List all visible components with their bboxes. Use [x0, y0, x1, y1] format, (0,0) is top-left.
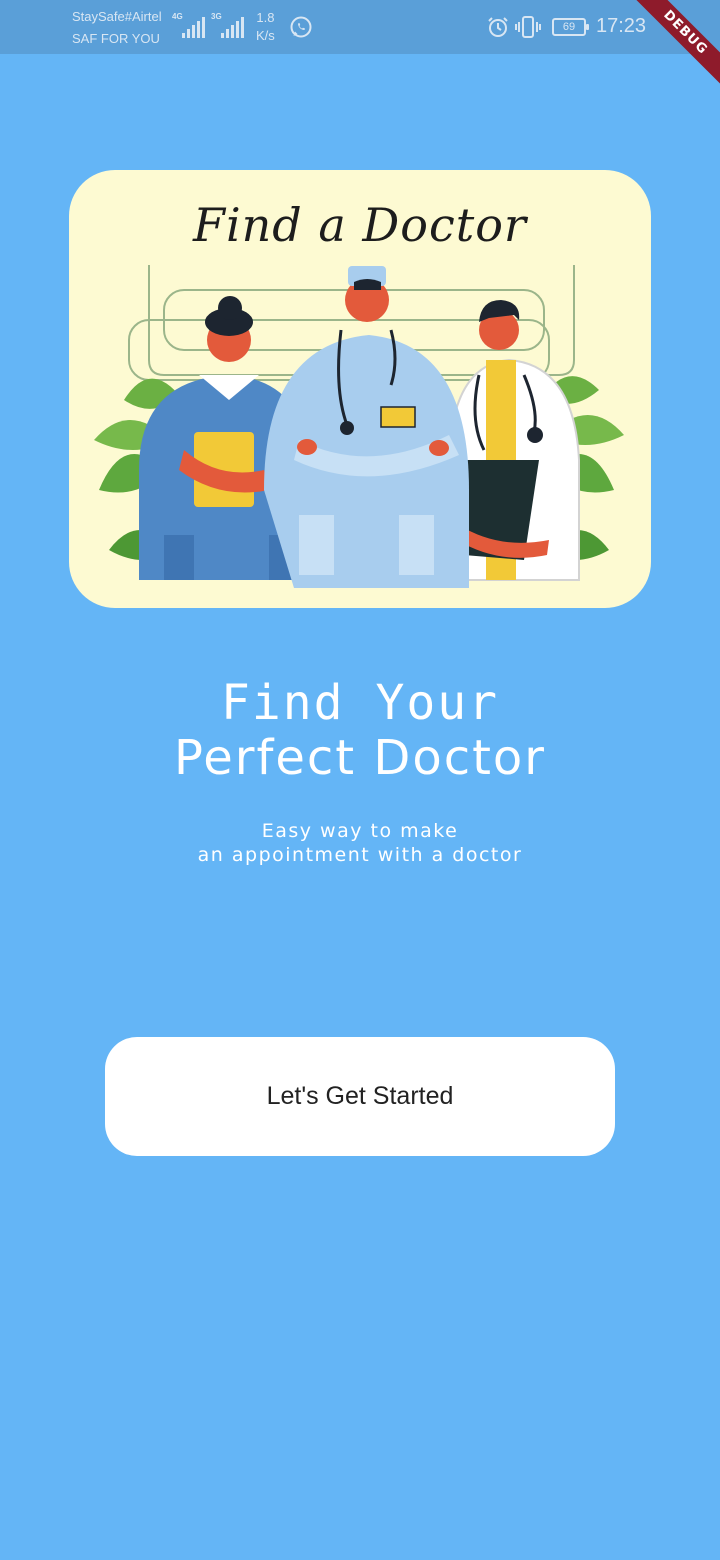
- signal-4g-icon: 4G: [172, 12, 205, 38]
- subtitle-line-1: Easy way to make: [261, 820, 459, 842]
- page-title: Find Your Perfect Doctor: [0, 676, 720, 786]
- find-doctor-illustration: Find a Doctor: [69, 170, 651, 608]
- whatsapp-icon: [290, 16, 312, 38]
- page-subtitle: Easy way to make an appointment with a d…: [0, 819, 720, 867]
- battery-icon: 69: [552, 18, 589, 36]
- clock: 17:23: [596, 15, 647, 37]
- illustration-title: Find a Doctor: [193, 198, 527, 252]
- signal-3g-icon: 3G: [211, 12, 244, 38]
- carrier-name: StaySafe#Airtel: [72, 9, 162, 24]
- subtitle-line-2: an appointment with a doctor: [197, 844, 523, 866]
- network-speed: 1.8 K/s: [256, 10, 275, 43]
- title-line-1: Find Your: [220, 675, 500, 731]
- title-line-2: Perfect Doctor: [173, 730, 547, 786]
- carrier-subtext: SAF FOR YOU: [72, 31, 160, 46]
- alarm-icon: [488, 17, 508, 37]
- vibrate-icon: [515, 16, 541, 38]
- status-bar: StaySafe#Airtel SAF FOR YOU 4G 3G 1.8 K/…: [0, 0, 720, 54]
- get-started-button[interactable]: Let's Get Started: [105, 1037, 615, 1156]
